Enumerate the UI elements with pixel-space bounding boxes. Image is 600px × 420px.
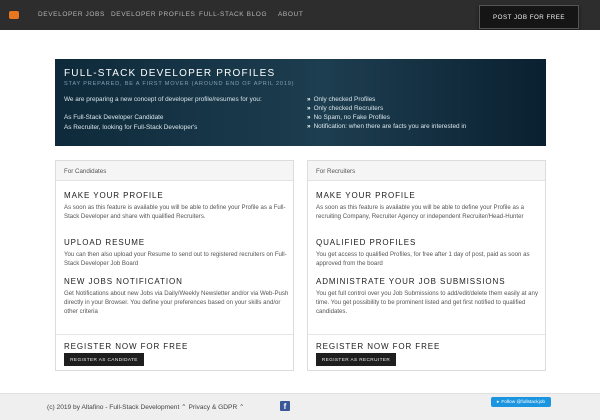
chevron-bullet-icon: » (307, 105, 311, 112)
candidates-register-area: REGISTER NOW FOR FREE REGISTER AS CANDID… (56, 334, 293, 371)
candidates-card-header: For Candidates (56, 161, 293, 181)
hero-audience-recruiter: As Recruiter, looking for Full-Stack Dev… (64, 124, 198, 131)
hero-bullet: » Only checked Profiles (307, 96, 375, 103)
hero-bullet-text: Only checked Profiles (313, 96, 376, 103)
section-title: MAKE YOUR PROFILE (64, 191, 164, 200)
top-navbar: DEVELOPER JOBS DEVELOPER PROFILES FULL-S… (0, 0, 600, 30)
candidate-section-notification: NEW JOBS NOTIFICATION Get Notifications … (64, 277, 290, 316)
hero-bullet-text: Notification: when there are facts you a… (313, 123, 467, 130)
register-title: REGISTER NOW FOR FREE (64, 342, 189, 351)
hero-bullet: » No Spam, no Fake Profiles (307, 114, 390, 121)
hero-title: FULL-STACK DEVELOPER PROFILES (64, 68, 276, 79)
hero-bullet: » Only checked Recruiters (307, 105, 383, 112)
section-text: As soon as this feature is available you… (64, 204, 286, 220)
chevron-bullet-icon: » (307, 123, 311, 130)
candidate-section-profile: MAKE YOUR PROFILE As soon as this featur… (64, 191, 290, 221)
hero-bullet: » Notification: when there are facts you … (307, 123, 466, 130)
page-footer: (c) 2019 by Altafino - Full-Stack Develo… (0, 393, 600, 420)
hero-banner: FULL-STACK DEVELOPER PROFILES STAY PREPA… (55, 59, 546, 146)
nav-developer-profiles[interactable]: DEVELOPER PROFILES (111, 11, 196, 18)
recruiters-card: For Recruiters MAKE YOUR PROFILE As soon… (307, 160, 546, 371)
hero-bullet-text: No Spam, no Fake Profiles (313, 114, 390, 121)
facebook-icon[interactable]: f (280, 401, 290, 411)
register-title: REGISTER NOW FOR FREE (316, 342, 441, 351)
hero-intro: We are preparing a new concept of develo… (64, 96, 262, 103)
twitter-follow-label: Follow @fullstackjob (501, 399, 546, 405)
section-text: You can then also upload your Resume to … (64, 251, 287, 267)
recruiters-card-header: For Recruiters (308, 161, 545, 181)
chevron-bullet-icon: » (307, 96, 311, 103)
section-title: UPLOAD RESUME (64, 238, 146, 247)
nav-developer-jobs[interactable]: DEVELOPER JOBS (38, 11, 105, 18)
hero-subtitle: STAY PREPARED, BE A FIRST MOVER (AROUND … (64, 81, 295, 87)
section-text: You get full control over you Job Submis… (316, 290, 538, 315)
post-job-button[interactable]: POST JOB FOR FREE (479, 5, 579, 29)
recruiter-section-profile: MAKE YOUR PROFILE As soon as this featur… (316, 191, 542, 221)
twitter-follow-button[interactable]: ▸ Follow @fullstackjob (491, 397, 551, 407)
section-text: You get access to qualified Profiles, fo… (316, 251, 530, 267)
recruiter-section-submissions: ADMINISTRATE YOUR JOB SUBMISSIONS You ge… (316, 277, 542, 316)
footer-copyright[interactable]: (c) 2019 by Altafino - Full-Stack Develo… (47, 403, 245, 411)
twitter-icon: ▸ (496, 399, 500, 405)
candidates-card: For Candidates MAKE YOUR PROFILE As soon… (55, 160, 294, 371)
candidate-section-resume: UPLOAD RESUME You can then also upload y… (64, 238, 290, 268)
nav-full-stack-blog[interactable]: FULL-STACK BLOG (199, 11, 267, 18)
hero-bullet-text: Only checked Recruiters (313, 105, 384, 112)
chevron-bullet-icon: » (307, 114, 311, 121)
register-recruiter-button[interactable]: REGISTER AS RECRUITER (316, 353, 396, 366)
section-title: QUALIFIED PROFILES (316, 238, 417, 247)
section-title: NEW JOBS NOTIFICATION (64, 277, 183, 286)
register-candidate-button[interactable]: REGISTER AS CANDIDATE (64, 353, 144, 366)
section-title: ADMINISTRATE YOUR JOB SUBMISSIONS (316, 277, 506, 286)
section-text: Get Notifications about new Jobs via Dai… (64, 290, 289, 315)
hero-audience-candidate: As Full-Stack Developer Candidate (64, 114, 164, 121)
recruiters-register-area: REGISTER NOW FOR FREE REGISTER AS RECRUI… (308, 334, 545, 371)
logo-icon[interactable] (9, 11, 19, 19)
recruiter-section-qualified: QUALIFIED PROFILES You get access to qua… (316, 238, 542, 268)
section-title: MAKE YOUR PROFILE (316, 191, 416, 200)
section-text: As soon as this feature is available you… (316, 204, 524, 220)
nav-about[interactable]: ABOUT (278, 11, 303, 18)
